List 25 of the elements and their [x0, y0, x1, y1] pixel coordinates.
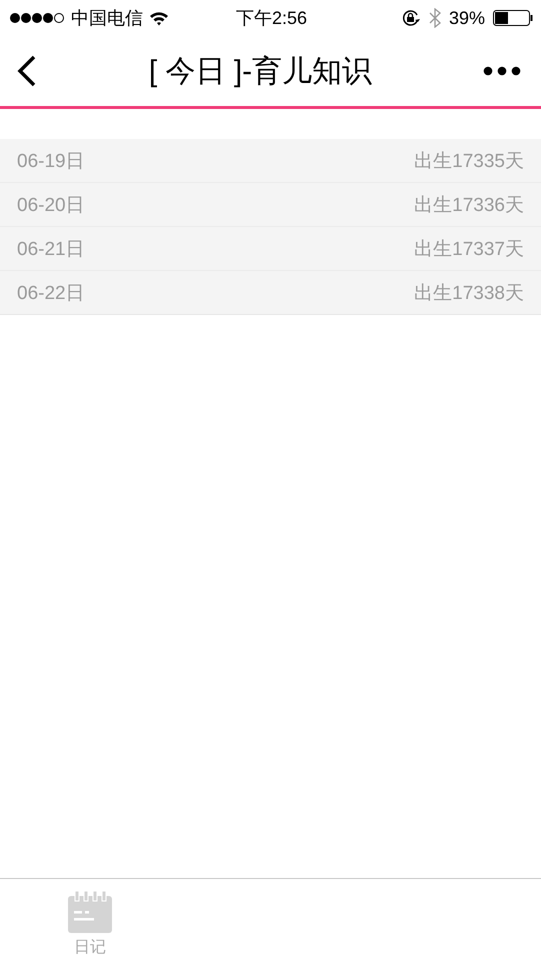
days-label: 出生17337天 [414, 238, 524, 262]
date-label: 06-19日 [17, 150, 85, 174]
page-title: [ 今日 ]-育儿知识 [148, 54, 374, 90]
date-label: 06-22日 [17, 282, 85, 306]
back-button[interactable] [16, 54, 38, 88]
battery-percent: 39% [448, 8, 485, 28]
battery-icon [492, 10, 533, 26]
wifi-icon [149, 10, 169, 26]
list-row[interactable]: 06-19日 出生17335天 [0, 139, 541, 183]
bluetooth-icon [428, 8, 441, 28]
signal-icon [10, 12, 65, 24]
date-label: 06-20日 [17, 194, 85, 218]
date-label: 06-21日 [17, 238, 85, 262]
days-label: 出生17338天 [414, 282, 524, 306]
days-label: 出生17336天 [414, 194, 524, 218]
days-label: 出生17335天 [414, 150, 524, 174]
list-row[interactable]: 06-20日 出生17336天 [0, 183, 541, 227]
tab[interactable]: 日记 [0, 879, 180, 960]
list-row[interactable]: 06-22日 出生17338天 [0, 271, 541, 314]
more-button[interactable] [483, 66, 521, 76]
calendar-icon [68, 891, 112, 933]
carrier: 中国电信 [71, 7, 143, 30]
list-row[interactable]: 06-21日 出生17337天 [0, 227, 541, 271]
rotation-lock-icon [400, 9, 421, 27]
time: 下午2:56 [236, 8, 308, 28]
